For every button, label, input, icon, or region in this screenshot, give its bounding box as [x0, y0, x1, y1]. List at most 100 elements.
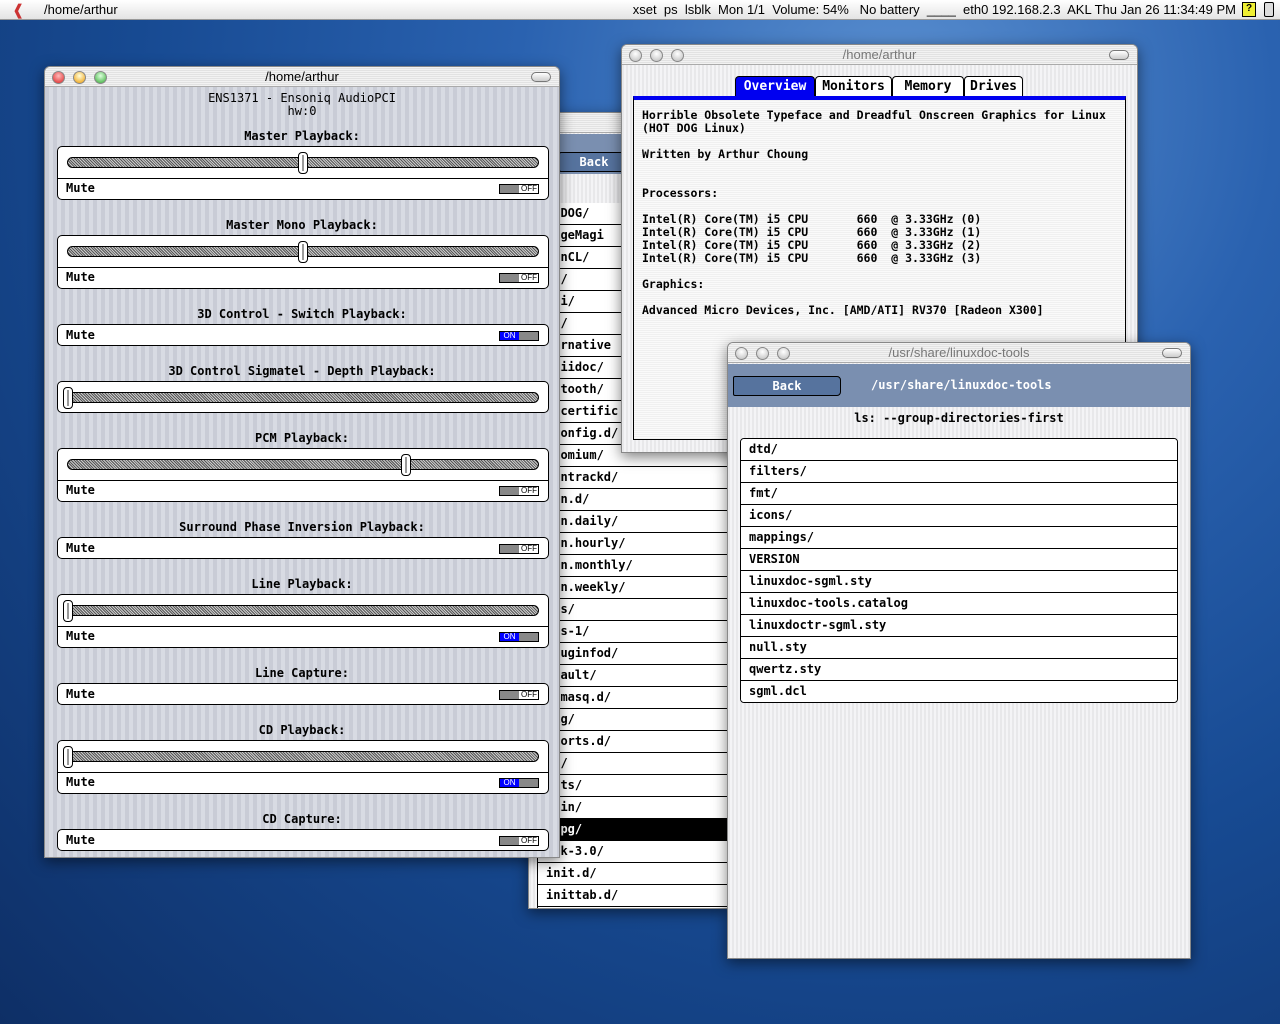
minimize-button[interactable]: [756, 347, 769, 360]
close-button[interactable]: [52, 71, 65, 84]
list-item[interactable]: linuxdoc-sgml.sty: [741, 571, 1177, 593]
mute-toggle[interactable]: OFF: [499, 486, 539, 496]
list-item[interactable]: inittab.d/: [538, 885, 727, 907]
hotdog-icon[interactable]: ❰: [12, 1, 25, 19]
list-item[interactable]: bus-1/: [538, 621, 727, 643]
mixer-control: [57, 381, 549, 413]
list-item[interactable]: ebuginfod/: [538, 643, 727, 665]
toggle-state: ON: [500, 779, 519, 787]
mixer-control: Mute OFF: [57, 829, 549, 851]
list-item[interactable]: linuxdoc-tools.catalog: [741, 593, 1177, 615]
tab-bar: Overview Monitors Memory Drives: [735, 76, 1035, 96]
window-title: /home/arthur: [842, 47, 917, 62]
toggle-state: [500, 487, 519, 495]
slider-thumb[interactable]: [63, 600, 73, 622]
list-item[interactable]: nsmasq.d/: [538, 687, 727, 709]
list-item[interactable]: fmt/: [741, 483, 1177, 505]
mixer-titlebar[interactable]: /home/arthur: [45, 67, 559, 87]
mute-toggle[interactable]: OFF: [499, 184, 539, 194]
info-titlebar[interactable]: /home/arthur: [622, 45, 1137, 65]
close-button[interactable]: [735, 347, 748, 360]
list-item[interactable]: ron.weekly/: [538, 577, 727, 599]
mute-label: Mute: [66, 541, 95, 555]
window-title: /usr/share/linuxdoc-tools: [888, 345, 1030, 360]
mute-toggle[interactable]: OFF: [499, 273, 539, 283]
list-item[interactable]: linuxdoctr-sgml.sty: [741, 615, 1177, 637]
minimize-button[interactable]: [73, 71, 86, 84]
list-item[interactable]: ron.daily/: [538, 511, 727, 533]
mute-label: Mute: [66, 328, 95, 342]
list-item[interactable]: xports.d/: [538, 731, 727, 753]
list-item[interactable]: dtd/: [741, 439, 1177, 461]
list-item[interactable]: VERSION: [741, 549, 1177, 571]
list-item[interactable]: ups/: [538, 599, 727, 621]
toolbar-toggle-button[interactable]: [1162, 348, 1182, 358]
zoom-button[interactable]: [671, 49, 684, 62]
mute-toggle[interactable]: ON: [499, 331, 539, 341]
mute-label: Mute: [66, 833, 95, 847]
list-item[interactable]: ron.monthly/: [538, 555, 727, 577]
help-icon[interactable]: ?: [1242, 2, 1256, 17]
list-item[interactable]: init.d/: [538, 863, 727, 885]
doc-back-button[interactable]: Back: [733, 376, 841, 396]
files-back-button[interactable]: Back: [559, 152, 629, 172]
control-label: Line Playback:: [251, 577, 353, 591]
toggle-state: OFF: [521, 836, 537, 845]
mixer-control: Mute OFF: [57, 146, 549, 200]
mute-toggle[interactable]: ON: [499, 632, 539, 642]
volume-slider[interactable]: [67, 241, 539, 263]
close-button[interactable]: [629, 49, 642, 62]
list-item[interactable]: filters/: [741, 461, 1177, 483]
doc-list[interactable]: dtd/filters/fmt/icons/mappings/VERSION li…: [740, 438, 1178, 703]
volume-slider[interactable]: [63, 387, 539, 409]
list-item[interactable]: ron.d/: [538, 489, 727, 511]
volume-slider[interactable]: [63, 746, 539, 768]
list-item[interactable]: mappings/: [741, 527, 1177, 549]
slider-thumb[interactable]: [63, 746, 73, 768]
volume-slider[interactable]: [67, 152, 539, 174]
list-item[interactable]: sgml.dcl: [741, 681, 1177, 702]
mute-toggle[interactable]: ON: [499, 778, 539, 788]
mute-toggle[interactable]: OFF: [499, 544, 539, 554]
list-item[interactable]: pkg/: [538, 709, 727, 731]
mixer-control: Mute ON: [57, 594, 549, 648]
zoom-button[interactable]: [777, 347, 790, 360]
tab-drives[interactable]: Drives: [964, 76, 1023, 96]
tab-memory[interactable]: Memory: [892, 76, 964, 96]
mute-toggle[interactable]: OFF: [499, 836, 539, 846]
minimize-button[interactable]: [650, 49, 663, 62]
mute-toggle[interactable]: OFF: [499, 690, 539, 700]
list-item[interactable]: onntrackd/: [538, 467, 727, 489]
list-item[interactable]: efault/: [538, 665, 727, 687]
doc-titlebar[interactable]: /usr/share/linuxdoc-tools: [728, 343, 1190, 363]
mixer-control: Mute ON: [57, 324, 549, 346]
menubar-status[interactable]: xset ps lsblk Mon 1/1 Volume: 54% No bat…: [633, 2, 1236, 17]
list-item[interactable]: amin/: [538, 797, 727, 819]
slider-thumb[interactable]: [298, 241, 308, 263]
list-item[interactable]: qwertz.sty: [741, 659, 1177, 681]
list-item[interactable]: le/: [538, 753, 727, 775]
list-item[interactable]: gtk-3.0/: [538, 841, 727, 863]
zoom-button[interactable]: [94, 71, 107, 84]
tab-monitors[interactable]: Monitors: [815, 76, 892, 96]
list-item[interactable]: nupg/: [538, 819, 727, 841]
list-item[interactable]: icons/: [741, 505, 1177, 527]
tab-overview[interactable]: Overview: [735, 76, 815, 96]
list-item[interactable]: null.sty: [741, 637, 1177, 659]
control-label: Surround Phase Inversion Playback:: [179, 520, 425, 534]
toolbar-toggle-button[interactable]: [531, 72, 551, 82]
toggle-state: ON: [500, 332, 519, 340]
mixer-control: Mute OFF: [57, 683, 549, 705]
list-item[interactable]: ron.hourly/: [538, 533, 727, 555]
volume-slider[interactable]: [67, 454, 539, 476]
slider-thumb[interactable]: [401, 454, 412, 476]
slider-thumb[interactable]: [298, 152, 308, 174]
list-item[interactable]: onts/: [538, 775, 727, 797]
slider-thumb[interactable]: [63, 387, 73, 409]
volume-slider[interactable]: [63, 600, 539, 622]
control-label: 3D Control - Switch Playback:: [197, 307, 407, 321]
toolbar-toggle-button[interactable]: [1109, 50, 1129, 60]
phone-icon[interactable]: [1264, 2, 1274, 17]
divider: [58, 267, 548, 268]
mute-label: Mute: [66, 775, 95, 789]
